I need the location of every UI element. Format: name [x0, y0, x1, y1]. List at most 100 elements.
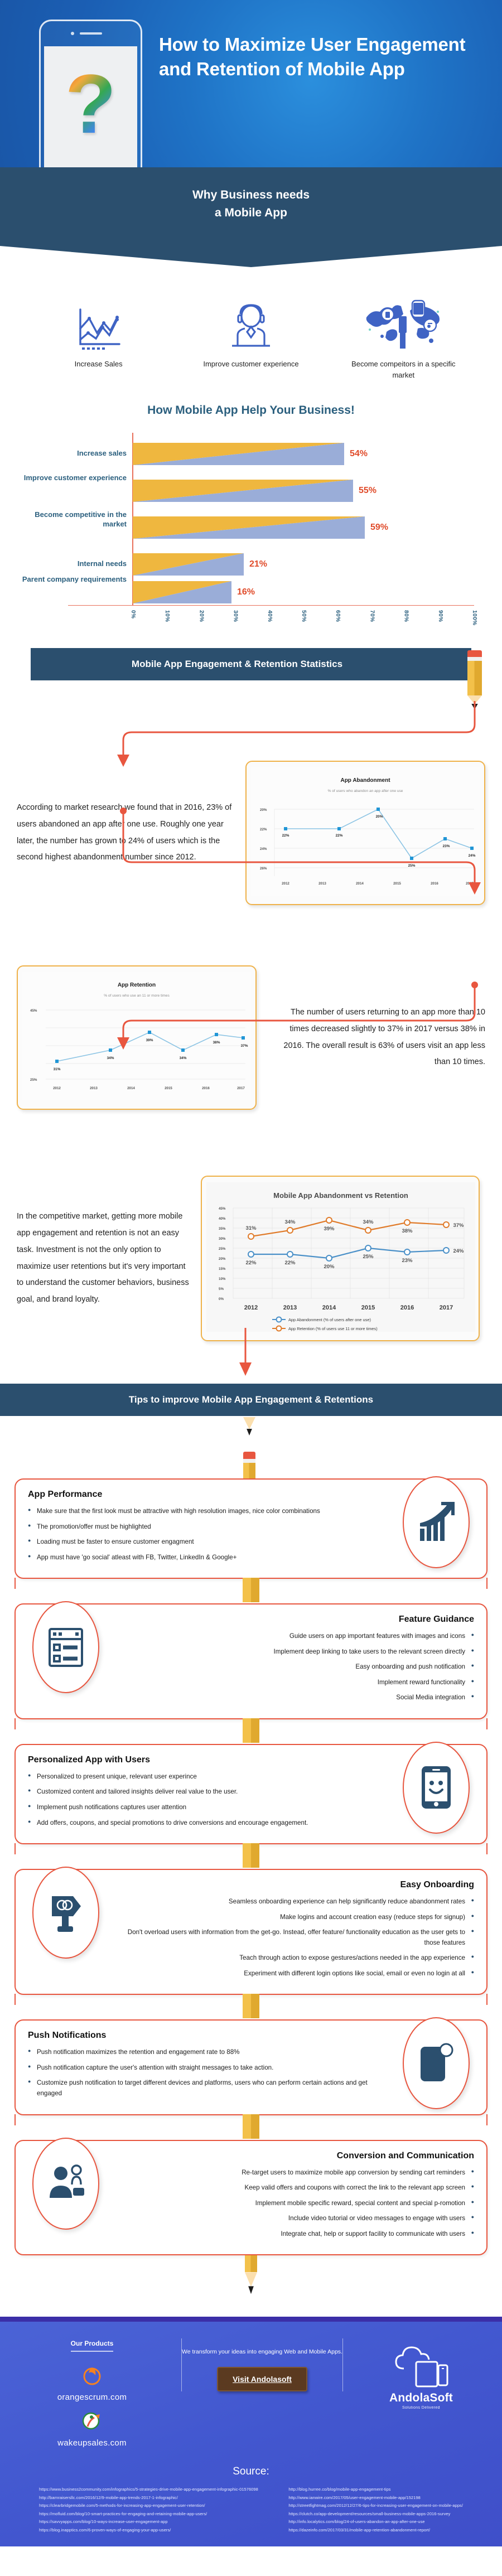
source-link[interactable]: http://www.ianwire.com/2017/05/user-enga… — [288, 2494, 463, 2502]
tip-bullets: Re-target users to maximize mobile app c… — [112, 2167, 474, 2240]
tip-bullets: Make sure that the first look must be at… — [28, 1506, 374, 1563]
data-label: 22% — [245, 1260, 257, 1266]
source-link[interactable]: https://clutch.co/app-development/resour… — [288, 2510, 463, 2518]
source-link[interactable]: https://mofluid.com/blog/10-smart-practi… — [39, 2510, 258, 2518]
tip-bullet: Add offers, coupons, and special promoti… — [28, 1818, 390, 1829]
source-link[interactable]: https://clearbridgemobile.com/5-methods-… — [39, 2502, 258, 2510]
data-label: 25% — [363, 1254, 374, 1260]
y-tick: 35% — [219, 1227, 226, 1231]
data-label: 31% — [245, 1225, 257, 1231]
source-link[interactable]: http://streetfightmag.com/2012/12/27/6-t… — [288, 2502, 463, 2510]
x-tick: 30% — [232, 610, 239, 622]
source-link[interactable]: https://www.business2community.com/infog… — [39, 2486, 258, 2493]
footer-pencil-wrap — [0, 2255, 502, 2306]
y-tick: 15% — [219, 1267, 226, 1271]
why-banner-line2: a Mobile App — [215, 206, 287, 219]
bar-value: 55% — [359, 486, 377, 495]
tip-connector-2 — [0, 1718, 502, 1744]
x-tick: 80% — [403, 610, 409, 622]
tip-connector-3 — [0, 1843, 502, 1869]
y-tick: 0% — [219, 1297, 224, 1301]
x-tick: 90% — [437, 610, 443, 622]
tip-bullet: Re-target users to maximize mobile app c… — [112, 2167, 474, 2178]
y-tick: 45% — [219, 1207, 226, 1211]
window-list-icon — [32, 1601, 99, 1694]
data-label: 37% — [453, 1222, 464, 1229]
why-banner-line1: Why Business needs — [192, 189, 310, 201]
source-link[interactable]: http://blog.hurree.co/blog/mobile-app-en… — [288, 2486, 463, 2493]
tip-bullet: Customize push notification to target di… — [28, 2077, 374, 2099]
tip-bullet: Implement mobile specific reward, specia… — [112, 2198, 474, 2209]
x-tick: 2014 — [127, 1086, 135, 1090]
product-name: orangescrum.com — [57, 2393, 127, 2403]
product-wakeupsales[interactable]: wakeupsales.com — [11, 2410, 173, 2448]
tip-title: Feature Guidance — [398, 1615, 474, 1625]
tip-title: Push Notifications — [28, 2031, 107, 2041]
bar-label: Parent company requirements — [22, 575, 127, 583]
x-tick: 70% — [369, 610, 375, 622]
y-tick: 10% — [219, 1277, 226, 1281]
data-label: 22% — [284, 1260, 296, 1266]
pencil-connector-icon — [243, 1578, 259, 1603]
pencil-connector-icon — [243, 2114, 259, 2139]
why-business-banner: Why Business needs a Mobile App — [0, 167, 502, 246]
y-tick: 20% — [219, 1257, 226, 1261]
bar-label: Internal needs — [77, 559, 127, 568]
stats-section: According to market research we found th… — [0, 680, 502, 1361]
source-link[interactable]: https://blog.inapptics.com/6-proven-ways… — [39, 2526, 258, 2534]
reason-improve-customer-experience: Improve customer experience — [192, 299, 310, 370]
x-tick: 2013 — [90, 1086, 98, 1090]
legend-label: App Abandonment (% of users after one us… — [288, 1317, 371, 1322]
phone-speaker-icon — [79, 32, 102, 35]
tip-bullet: Implement push notifications captures us… — [28, 1802, 390, 1813]
tip-title: App Performance — [28, 1490, 103, 1499]
tip-bullet: Teach through action to expose gestures/… — [112, 1952, 474, 1964]
source-link[interactable]: https://savvyapps.com/blog/10-ways-incre… — [39, 2518, 258, 2526]
hero-section: ? How to Maximize User Engagement and Re… — [0, 0, 502, 167]
x-tick: 2017 — [440, 1304, 453, 1311]
source-heading: Source: — [233, 2466, 269, 2478]
bar-chart-arrow-up-icon — [403, 1476, 470, 1568]
customer-support-icon — [192, 299, 310, 351]
reason-label: Become compeitors in a specific market — [351, 360, 456, 379]
footer-cta-column: We transform your ideas into engaging We… — [181, 2338, 343, 2392]
bar-value: 16% — [237, 587, 255, 597]
tip-connector-1 — [0, 1578, 502, 1603]
smiley-phone-icon — [403, 1741, 470, 1834]
x-tick: 2013 — [283, 1304, 297, 1311]
tip-bullets: Personalized to present unique, relevant… — [28, 1771, 390, 1829]
tip-bullet: Personalized to present unique, relevant… — [28, 1771, 390, 1782]
tip-easy-onboarding: Easy Onboarding Seamless onboarding expe… — [15, 1867, 487, 1995]
connector-arrow-4 — [239, 1328, 252, 1376]
orangescrum-logo — [83, 2367, 101, 2385]
source-link[interactable]: http://barnraisersllc.com/2016/12/9-mobi… — [39, 2494, 258, 2502]
bar-value: 21% — [249, 559, 268, 569]
tip-bullet: Integrate chat, help or support facility… — [112, 2229, 474, 2240]
product-orangescrum[interactable]: orangescrum.com — [11, 2364, 173, 2402]
signpost-icon — [32, 1867, 99, 1959]
chart-title: Mobile App Abandonment vs Retention — [273, 1191, 408, 1200]
bell-notification-icon — [403, 2017, 470, 2110]
business-benefit-bar-chart: Increase sales 54% Improve customer expe… — [18, 433, 484, 634]
tip-bullets: Push notification maximizes the retentio… — [28, 2047, 374, 2099]
source-link[interactable]: https://dazeinfo.com/2017/03/31/mobile-a… — [288, 2526, 463, 2534]
source-link[interactable]: http://info.localytics.com/blog/24-of-us… — [288, 2518, 463, 2526]
x-tick: 2015 — [361, 1304, 375, 1311]
cloud-devices-icon — [395, 2346, 448, 2387]
x-tick: 40% — [266, 610, 273, 622]
bar — [133, 581, 231, 603]
pencil-connector-icon — [243, 1718, 259, 1743]
x-tick: 2016 — [202, 1086, 210, 1090]
tip-personalized-app: Personalized App with Users Personalized… — [15, 1741, 487, 1845]
visit-andolasoft-button[interactable]: Visit Andolasoft — [217, 2367, 307, 2392]
tip-title: Conversion and Communication — [336, 2150, 474, 2161]
data-label: 34% — [363, 1219, 374, 1225]
question-mark-app-icons: ? — [65, 57, 117, 151]
bar-row: Improve customer experience 55% — [18, 473, 484, 502]
world-map-mobile-icon — [345, 299, 462, 351]
y-tick: 25% — [30, 1078, 37, 1082]
data-label: 31% — [54, 1067, 61, 1071]
data-label: 34% — [180, 1056, 187, 1060]
bar — [133, 443, 344, 465]
page-title: How to Maximize User Engagement and Rete… — [159, 34, 466, 79]
